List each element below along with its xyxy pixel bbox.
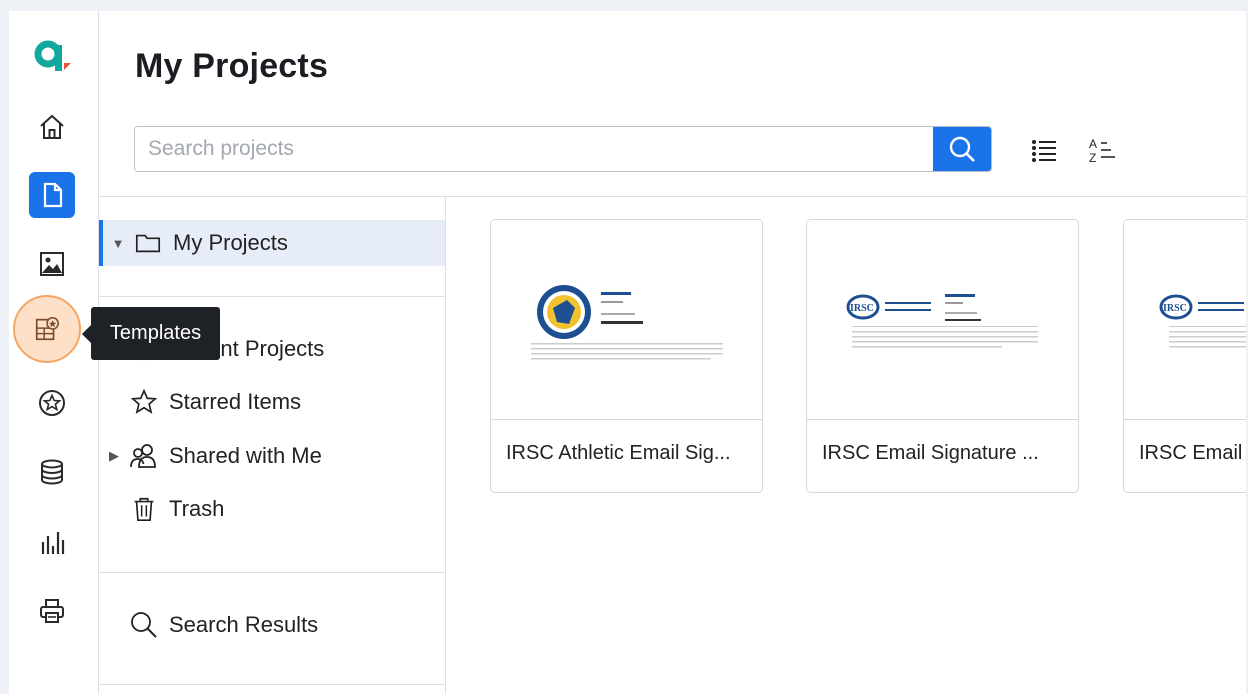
- templates-tooltip: Templates: [82, 307, 220, 360]
- database-icon: [41, 459, 63, 485]
- tree-item-label: Shared with Me: [169, 443, 322, 468]
- trash-icon: [129, 494, 159, 524]
- page-title: My Projects: [135, 47, 329, 85]
- tree-item-label: My Projects: [173, 230, 288, 255]
- tree-item-starred[interactable]: Starred Items: [99, 379, 445, 425]
- tree-divider: [99, 572, 445, 573]
- users-icon: [129, 441, 159, 471]
- project-card[interactable]: IRSC Athletic Email Sig...: [490, 219, 763, 493]
- analytics-button[interactable]: [29, 520, 75, 566]
- data-button[interactable]: [29, 449, 75, 495]
- home-icon: [40, 114, 64, 139]
- tree-item-shared[interactable]: ▶ Shared with Me: [99, 433, 445, 479]
- svg-text:IRSC: IRSC: [850, 303, 874, 314]
- caret-down-icon[interactable]: ▼: [103, 236, 133, 251]
- tree-item-search-results[interactable]: Search Results: [99, 602, 445, 648]
- tree-item-trash[interactable]: Trash: [99, 486, 445, 532]
- templates-button[interactable]: [13, 295, 81, 363]
- tree-item-my-projects[interactable]: ▼ My Projects: [99, 220, 445, 266]
- svg-text:Z: Z: [1089, 151, 1096, 165]
- project-card-title: IRSC Email: [1139, 442, 1243, 464]
- search-bar: [134, 126, 992, 172]
- project-thumbnail: IRSC: [1124, 220, 1246, 420]
- project-thumbnail: [491, 220, 762, 420]
- search-input[interactable]: [135, 127, 933, 171]
- logo-icon: [34, 40, 71, 71]
- star-icon: [39, 390, 65, 416]
- image-icon: [40, 252, 64, 276]
- projects-button[interactable]: [29, 172, 75, 218]
- print-button[interactable]: [29, 588, 75, 634]
- app-window: My Projects A Z ▼: [9, 11, 1246, 694]
- sort-az-icon: A Z: [1089, 137, 1115, 165]
- tree-item-label: Search Results: [169, 612, 319, 637]
- svg-text:A: A: [1089, 137, 1097, 151]
- project-card[interactable]: IRSC IRSC Email Signature ...: [806, 219, 1079, 493]
- caret-right-icon[interactable]: ▶: [99, 448, 129, 464]
- tree-item-label: Starred Items: [169, 389, 302, 414]
- images-button[interactable]: [29, 241, 75, 287]
- folder-icon: [133, 228, 163, 258]
- list-view-button[interactable]: [1026, 132, 1062, 168]
- svg-text:IRSC: IRSC: [1163, 303, 1187, 314]
- tree-divider: [99, 296, 445, 297]
- home-button[interactable]: [29, 104, 75, 150]
- project-card-title: IRSC Email Signature ...: [822, 442, 1039, 464]
- printer-icon: [40, 599, 64, 623]
- magnifier-icon: [129, 610, 159, 640]
- folder-tree: ▼ My Projects Recent Projects Starred It…: [99, 197, 446, 694]
- search-icon: [949, 136, 975, 162]
- starred-button[interactable]: [29, 380, 75, 426]
- project-thumbnail: IRSC: [807, 220, 1078, 420]
- project-card-title: IRSC Athletic Email Sig...: [506, 442, 731, 464]
- list-icon: [1032, 140, 1056, 162]
- star-outline-icon: [129, 387, 159, 417]
- document-icon: [43, 182, 63, 208]
- search-button[interactable]: [933, 127, 991, 171]
- tree-item-label: Trash: [169, 496, 225, 521]
- bar-chart-icon: [41, 532, 65, 554]
- sort-button[interactable]: A Z: [1084, 132, 1120, 168]
- project-card[interactable]: IRSC IRSC Email: [1123, 219, 1246, 493]
- templates-icon: [35, 317, 59, 341]
- icon-rail: [9, 11, 99, 694]
- tree-divider: [99, 684, 445, 685]
